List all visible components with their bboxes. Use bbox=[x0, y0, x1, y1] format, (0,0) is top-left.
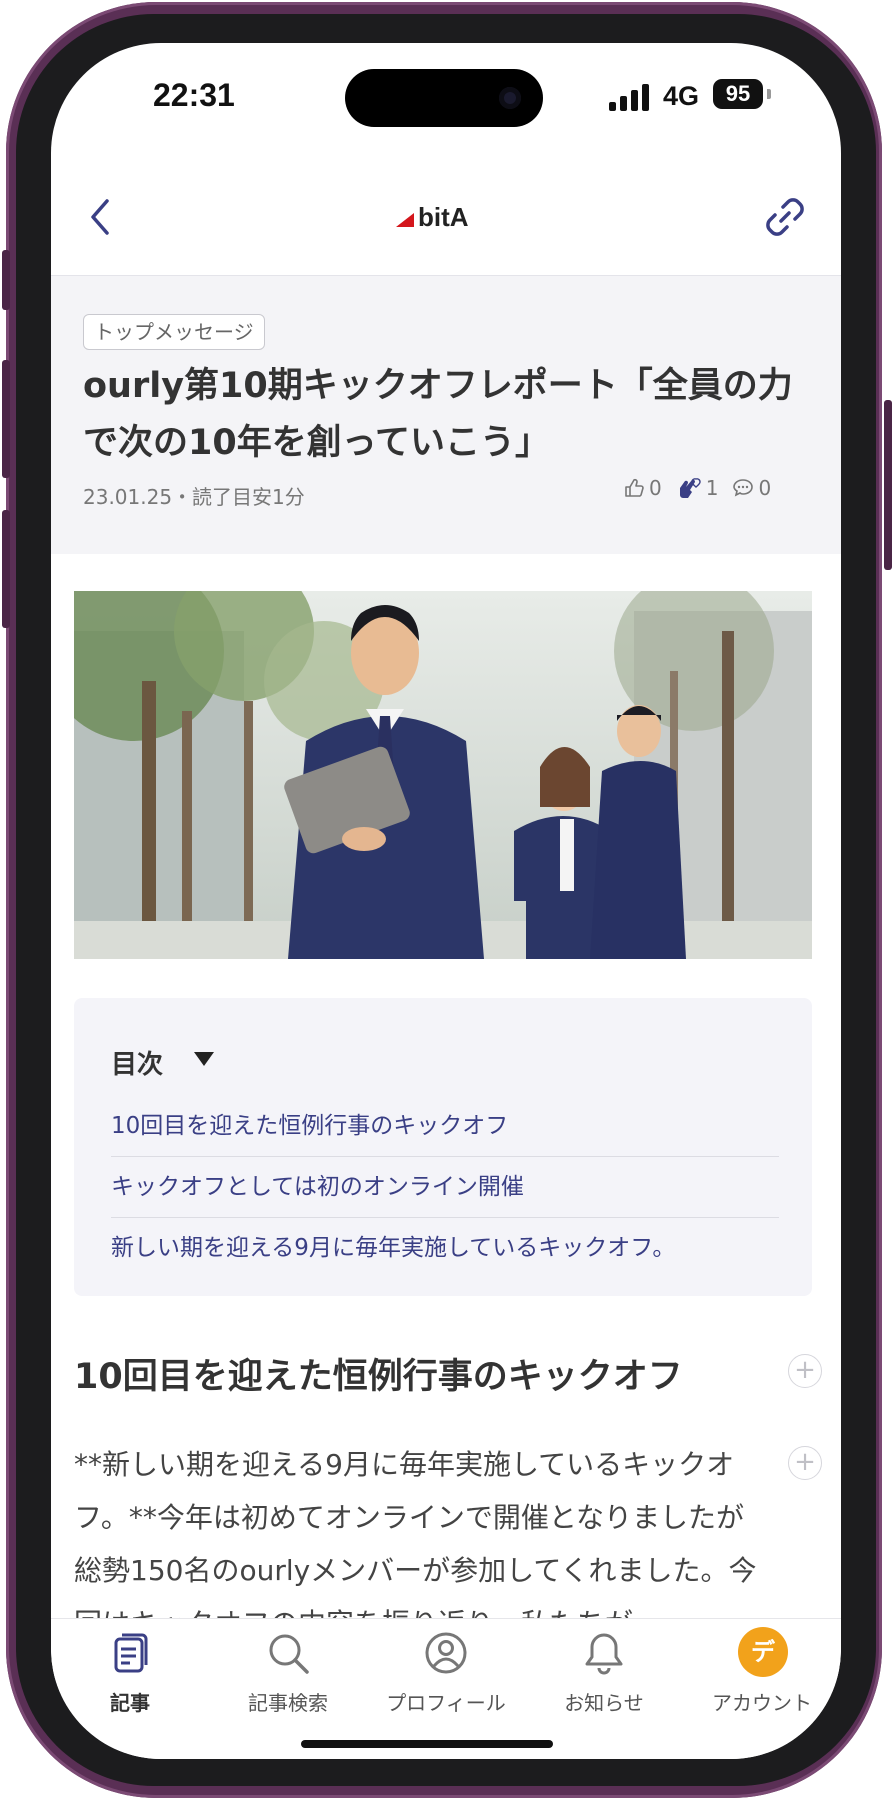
comment-count: 0 bbox=[758, 476, 772, 500]
nav-item-account[interactable]: デ アカウント bbox=[683, 1619, 841, 1739]
search-icon bbox=[269, 1634, 309, 1674]
article-icon bbox=[114, 1633, 148, 1673]
table-of-contents: 目次 10回目を迎えた恒例行事のキックオフ キックオフとしては初のオンライン開催… bbox=[74, 998, 812, 1296]
toc-title: 目次 bbox=[111, 1050, 164, 1080]
power-button bbox=[884, 400, 892, 570]
battery-icon: 95 bbox=[713, 79, 763, 109]
screen: 22:31 4G 95 bitA トップメッセージ ourly第10期キックオフ bbox=[51, 43, 841, 1759]
reaction-bar: 0 1 0 bbox=[623, 476, 771, 500]
profile-icon bbox=[425, 1632, 467, 1674]
battery-tip bbox=[767, 89, 771, 99]
logo-mark-icon bbox=[396, 213, 414, 227]
mute-switch bbox=[2, 250, 10, 310]
hero-photo bbox=[74, 591, 812, 959]
nav-label: お知らせ bbox=[564, 1691, 644, 1715]
network-type: 4G bbox=[663, 81, 700, 111]
like-count: 0 bbox=[649, 476, 662, 500]
like-reaction[interactable]: 0 bbox=[623, 476, 662, 500]
nav-label: プロフィール bbox=[386, 1691, 506, 1715]
nav-item-notifications[interactable]: お知らせ bbox=[525, 1619, 683, 1739]
toc-item[interactable]: 新しい期を迎える9月に毎年実施しているキックオフ。 bbox=[111, 1218, 779, 1278]
nav-item-articles[interactable]: 記事 bbox=[51, 1619, 209, 1739]
category-tag[interactable]: トップメッセージ bbox=[83, 314, 265, 350]
thumbs-up-icon bbox=[625, 478, 644, 497]
comment-icon bbox=[733, 479, 754, 497]
status-time: 22:31 bbox=[153, 77, 235, 113]
volume-down-button bbox=[2, 510, 10, 628]
article-header: トップメッセージ ourly第10期キックオフレポート「全員の力で次の10年を創… bbox=[51, 276, 841, 554]
article-hero-image bbox=[74, 591, 812, 959]
nav-label: アカウント bbox=[712, 1691, 812, 1715]
back-arrow-icon[interactable] bbox=[75, 191, 127, 243]
nav-item-search[interactable]: 記事検索 bbox=[209, 1619, 367, 1739]
nav-label: 記事 bbox=[110, 1691, 150, 1715]
article-date-readtime: 23.01.25・読了目安1分 bbox=[83, 485, 305, 509]
account-avatar: デ bbox=[738, 1627, 788, 1677]
clap-count: 1 bbox=[705, 476, 719, 500]
clap-icon bbox=[679, 478, 701, 498]
clap-reaction[interactable]: 1 bbox=[676, 476, 719, 500]
toc-toggle-icon[interactable] bbox=[194, 1052, 214, 1066]
toc-list: 10回目を迎えた恒例行事のキックオフ キックオフとしては初のオンライン開催 新し… bbox=[111, 1096, 779, 1278]
cellular-signal-icon bbox=[609, 83, 651, 111]
comment-reaction[interactable]: 0 bbox=[732, 476, 771, 500]
add-comment-button[interactable]: + bbox=[788, 1354, 822, 1388]
toc-item[interactable]: 10回目を迎えた恒例行事のキックオフ bbox=[111, 1096, 779, 1157]
volume-up-button bbox=[2, 360, 10, 478]
toc-item[interactable]: キックオフとしては初のオンライン開催 bbox=[111, 1157, 779, 1218]
dynamic-island bbox=[345, 69, 543, 127]
logo-text: bitA bbox=[418, 201, 469, 232]
app-header: bitA bbox=[51, 161, 841, 277]
nav-item-profile[interactable]: プロフィール bbox=[367, 1619, 525, 1739]
home-indicator[interactable] bbox=[301, 1740, 553, 1748]
bottom-navigation: 記事 記事検索 プロフィール お知らせ デ アカウント bbox=[51, 1618, 841, 1759]
camera-icon bbox=[499, 87, 521, 109]
article-title: ourly第10期キックオフレポート「全員の力で次の10年を創っていこう」 bbox=[83, 366, 793, 463]
link-icon[interactable] bbox=[759, 191, 811, 243]
nav-label: 記事検索 bbox=[248, 1691, 328, 1715]
bell-icon bbox=[585, 1633, 623, 1675]
section-heading: 10回目を迎えた恒例行事のキックオフ bbox=[74, 1357, 683, 1397]
add-comment-button[interactable]: + bbox=[788, 1446, 822, 1480]
app-logo: bitA bbox=[396, 197, 469, 237]
